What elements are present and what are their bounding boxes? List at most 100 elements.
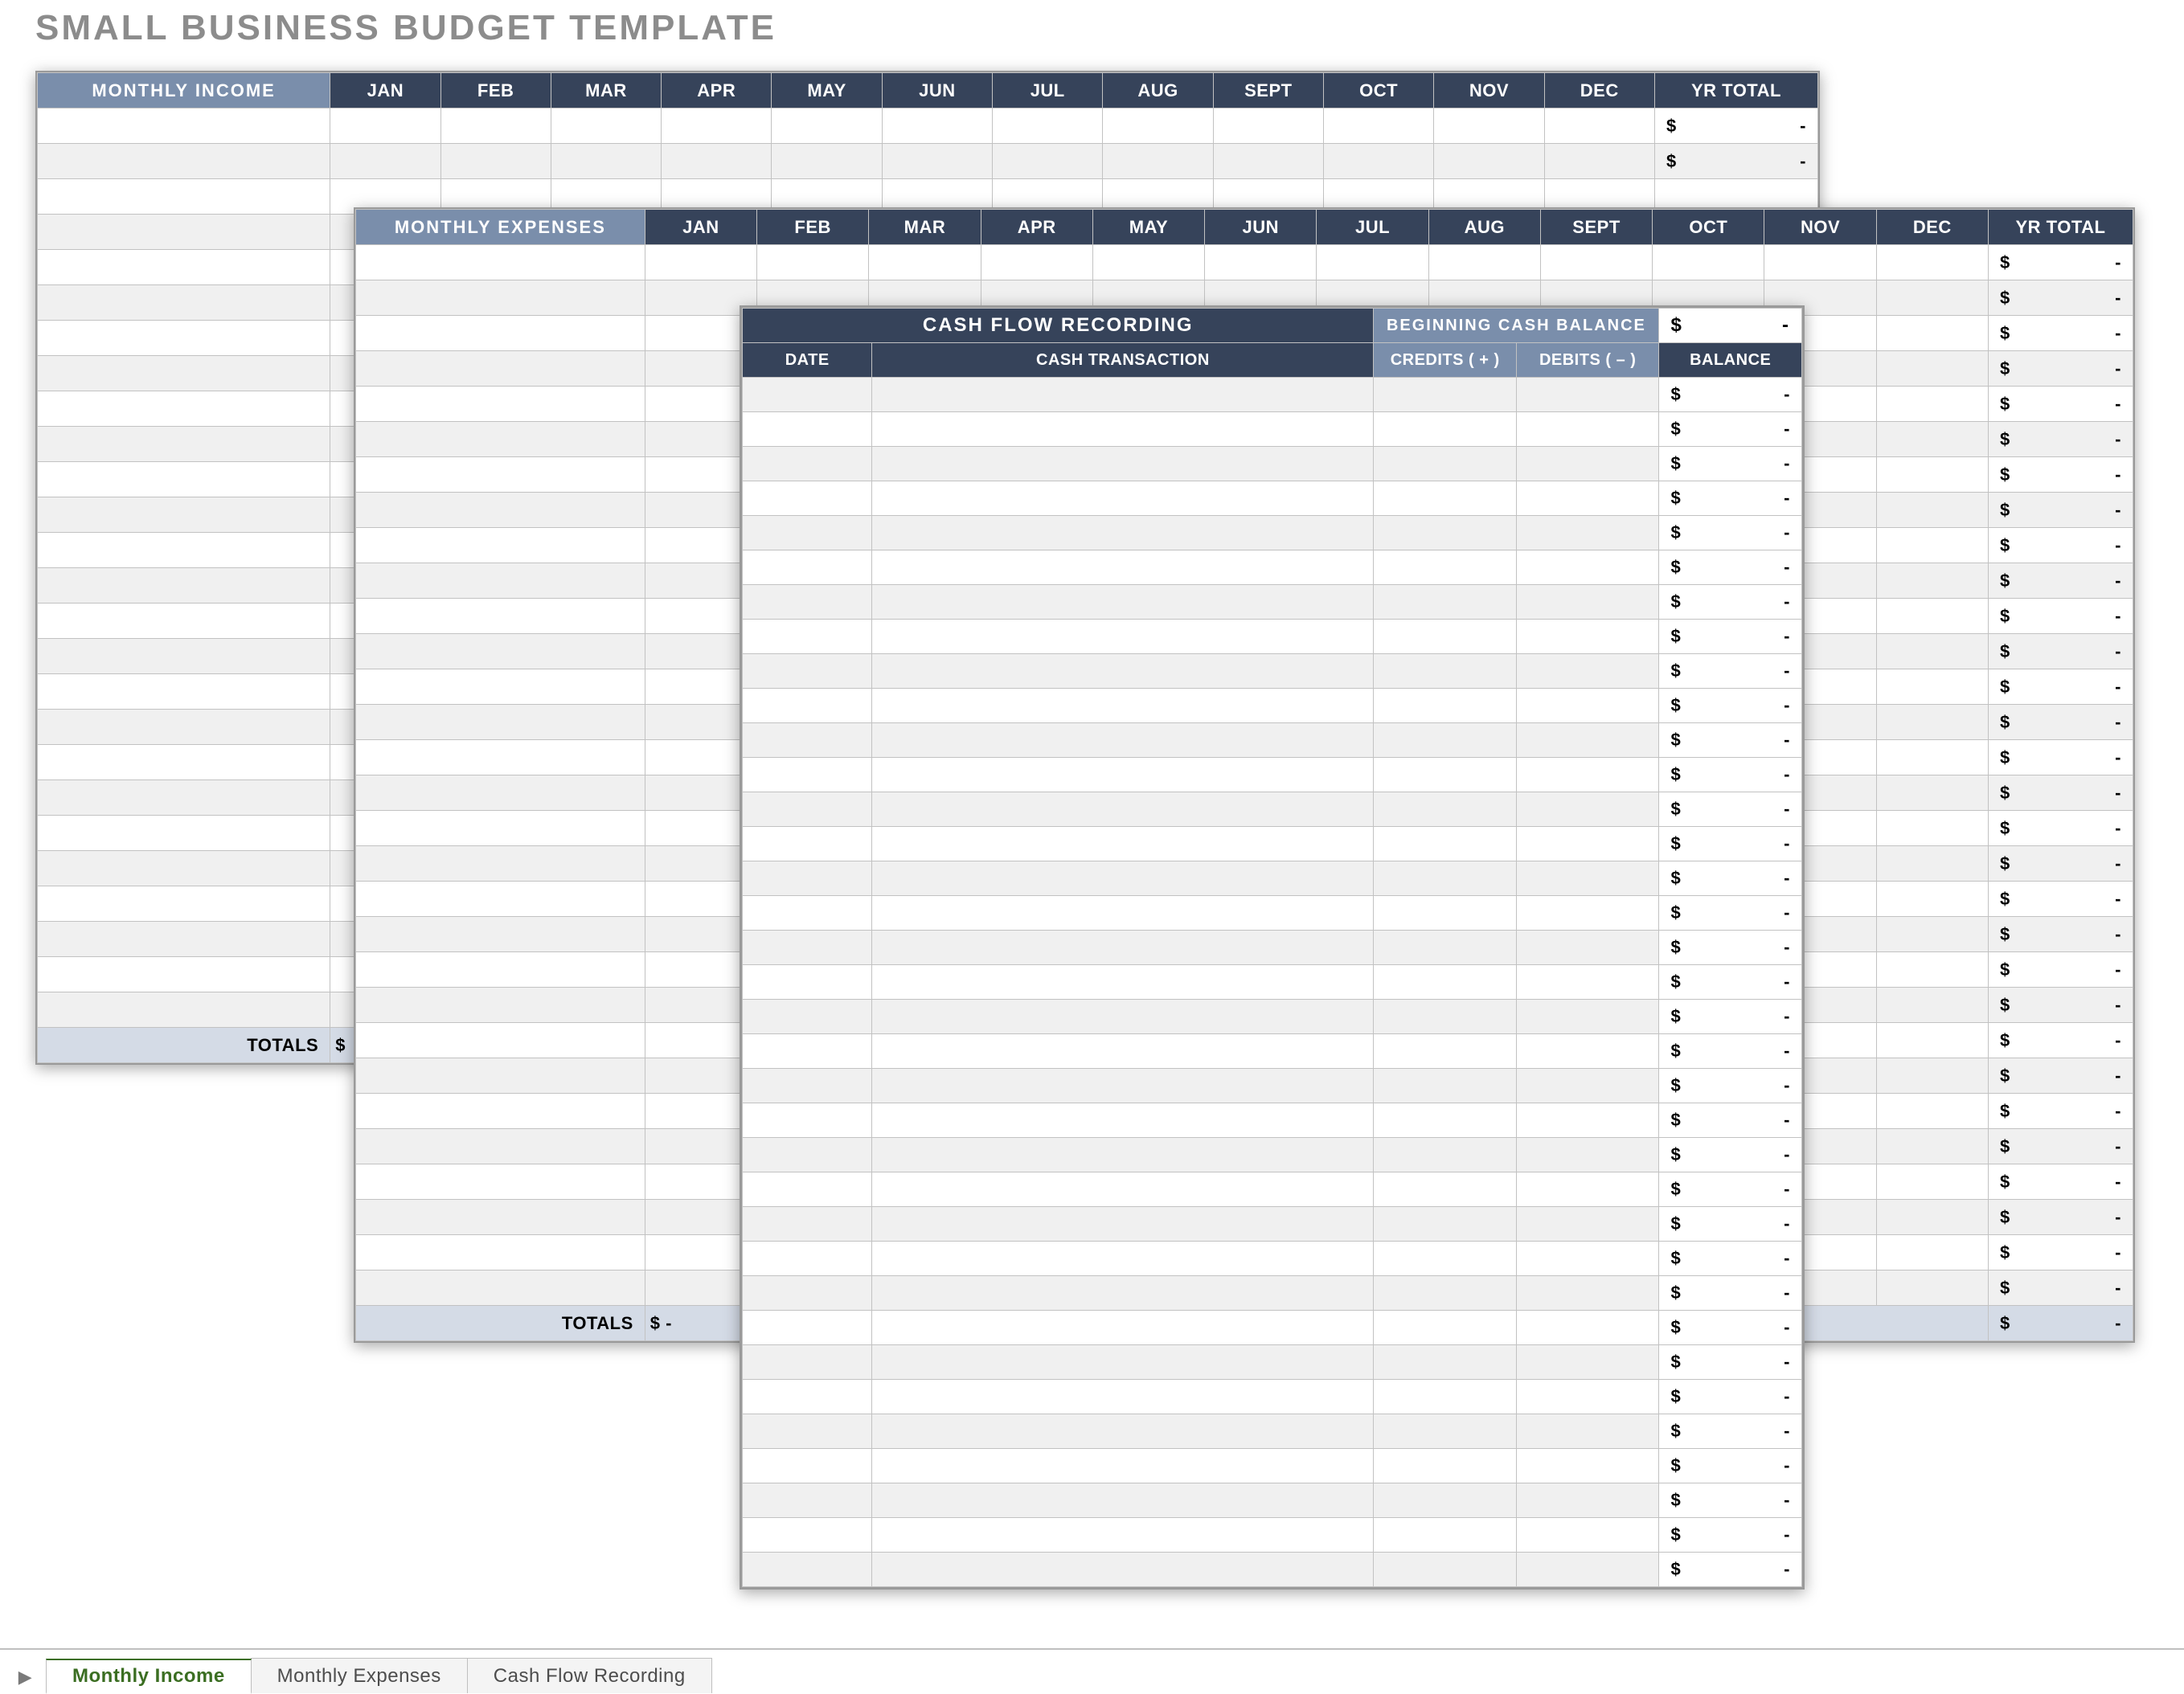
cell[interactable]	[38, 710, 330, 745]
cell[interactable]	[872, 1483, 1374, 1518]
cell[interactable]	[1516, 1380, 1659, 1414]
cell[interactable]	[1374, 1311, 1517, 1345]
cell[interactable]	[872, 965, 1374, 1000]
cell[interactable]	[1516, 1000, 1659, 1034]
cell[interactable]	[743, 1000, 872, 1034]
cell[interactable]	[1516, 792, 1659, 827]
cell[interactable]	[872, 1069, 1374, 1103]
money-cell[interactable]: $-	[1659, 1034, 1802, 1069]
cell[interactable]	[872, 1449, 1374, 1483]
cell[interactable]	[356, 1023, 645, 1058]
cell[interactable]	[356, 493, 645, 528]
money-cell[interactable]: $-	[1659, 1311, 1802, 1345]
cell[interactable]	[872, 550, 1374, 585]
cell[interactable]	[356, 457, 645, 493]
cell[interactable]	[1876, 316, 1988, 351]
money-cell[interactable]: $-	[1988, 669, 2133, 705]
cell[interactable]	[1374, 689, 1517, 723]
cell[interactable]	[1876, 811, 1988, 846]
cell[interactable]	[872, 1172, 1374, 1207]
cell[interactable]	[743, 1138, 872, 1172]
money-cell[interactable]: $-	[1659, 1449, 1802, 1483]
cell[interactable]	[743, 931, 872, 965]
cell[interactable]	[872, 1414, 1374, 1449]
cell[interactable]	[743, 1311, 872, 1345]
cell[interactable]	[743, 447, 872, 481]
cell[interactable]	[1516, 1483, 1659, 1518]
cell[interactable]	[1876, 493, 1988, 528]
money-cell[interactable]: $-	[1659, 481, 1802, 516]
cell[interactable]	[743, 1034, 872, 1069]
cell[interactable]	[1374, 1483, 1517, 1518]
cell[interactable]	[1516, 516, 1659, 550]
tab-monthly-expenses[interactable]: Monthly Expenses	[251, 1658, 468, 1693]
money-cell[interactable]: $-	[1988, 1023, 2133, 1058]
cell[interactable]	[1374, 1103, 1517, 1138]
cell[interactable]	[743, 620, 872, 654]
cell[interactable]	[1876, 882, 1988, 917]
money-cell[interactable]: $-	[1654, 108, 1817, 144]
cell[interactable]	[356, 1235, 645, 1270]
cell[interactable]	[743, 827, 872, 861]
cell[interactable]	[38, 391, 330, 427]
cell[interactable]	[1374, 654, 1517, 689]
cell[interactable]	[872, 654, 1374, 689]
cell[interactable]	[1876, 775, 1988, 811]
money-cell[interactable]: $-	[1659, 516, 1802, 550]
cell[interactable]	[872, 758, 1374, 792]
money-cell[interactable]: $-	[1659, 931, 1802, 965]
cell[interactable]	[757, 245, 869, 280]
cell[interactable]	[1876, 846, 1988, 882]
cell[interactable]	[1213, 144, 1323, 179]
cell[interactable]	[872, 378, 1374, 412]
cell[interactable]	[551, 144, 661, 179]
cell[interactable]	[872, 861, 1374, 896]
cell[interactable]	[38, 497, 330, 533]
cell[interactable]	[743, 378, 872, 412]
cell[interactable]	[356, 280, 645, 316]
cell[interactable]	[872, 1311, 1374, 1345]
cell[interactable]	[1103, 108, 1213, 144]
cell[interactable]	[356, 846, 645, 882]
cell[interactable]	[1516, 758, 1659, 792]
cell[interactable]	[38, 674, 330, 710]
cell[interactable]	[440, 108, 551, 144]
cell[interactable]	[1544, 144, 1654, 179]
cell[interactable]	[662, 108, 772, 144]
cell[interactable]	[1324, 144, 1434, 179]
cell[interactable]	[356, 316, 645, 351]
cell[interactable]	[1516, 1103, 1659, 1138]
cell[interactable]	[872, 1518, 1374, 1553]
cell[interactable]	[38, 250, 330, 285]
cell[interactable]	[1374, 792, 1517, 827]
cell[interactable]	[1876, 740, 1988, 775]
money-cell[interactable]: $-	[1659, 861, 1802, 896]
money-cell[interactable]: $-	[1988, 775, 2133, 811]
money-cell[interactable]: $-	[1659, 1518, 1802, 1553]
cell[interactable]	[1213, 108, 1323, 144]
money-cell[interactable]: $-	[1659, 378, 1802, 412]
cell[interactable]	[38, 321, 330, 356]
cell[interactable]	[1876, 669, 1988, 705]
tab-monthly-income[interactable]: Monthly Income	[46, 1659, 252, 1694]
cell[interactable]	[356, 1164, 645, 1200]
cell[interactable]	[872, 620, 1374, 654]
cell[interactable]	[1516, 896, 1659, 931]
cell[interactable]	[882, 108, 992, 144]
money-cell[interactable]: $-	[1659, 723, 1802, 758]
money-cell[interactable]: $-	[1659, 447, 1802, 481]
cell[interactable]	[1516, 585, 1659, 620]
money-cell[interactable]: $-	[1659, 792, 1802, 827]
cell[interactable]	[38, 108, 330, 144]
cell[interactable]	[1516, 412, 1659, 447]
cell[interactable]	[872, 1276, 1374, 1311]
cell[interactable]	[1876, 599, 1988, 634]
money-cell[interactable]: $-	[1659, 1414, 1802, 1449]
cell[interactable]	[872, 1034, 1374, 1069]
money-cell[interactable]: $-	[1988, 1058, 2133, 1094]
cell[interactable]	[1374, 965, 1517, 1000]
cell[interactable]	[1374, 516, 1517, 550]
cell[interactable]	[743, 1414, 872, 1449]
money-cell[interactable]: $-	[1659, 827, 1802, 861]
cell[interactable]	[662, 144, 772, 179]
